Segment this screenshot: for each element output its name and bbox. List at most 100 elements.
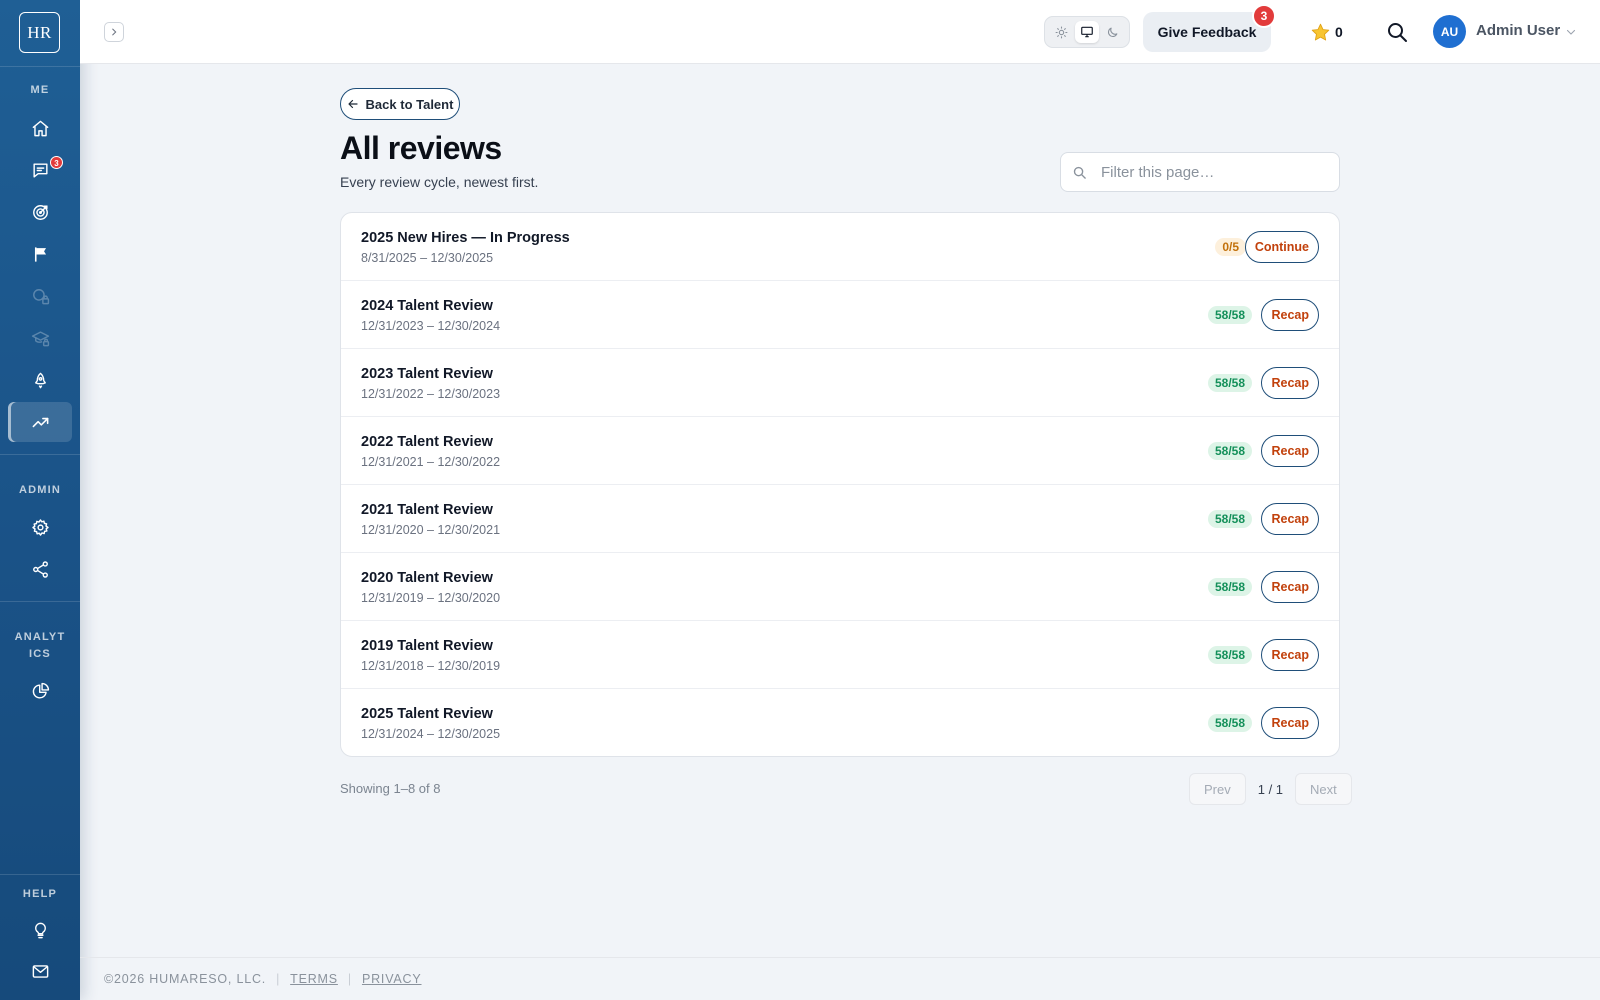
review-title: 2022 Talent Review [361, 434, 493, 450]
continue-button[interactable]: Continue [1244, 231, 1319, 263]
review-row: 2021 Talent Review 12/31/2020 – 12/30/20… [341, 485, 1339, 553]
stars-counter[interactable]: 0 [1310, 20, 1343, 44]
review-progress-badge: 58/58 [1207, 306, 1252, 324]
chat-icon [32, 162, 48, 178]
review-dates: 8/31/2025 – 12/30/2025 [361, 251, 494, 265]
review-dates: 12/31/2021 – 12/30/2022 [361, 455, 501, 469]
sidebar-section-me: ME [30, 84, 50, 96]
review-progress-badge: 58/58 [1207, 510, 1252, 528]
review-dates: 12/31/2023 – 12/30/2024 [361, 319, 501, 333]
sidebar-divider [0, 601, 80, 602]
sidebar-item-analytics[interactable] [8, 671, 72, 711]
sidebar-item-talent[interactable] [8, 402, 72, 442]
sidebar-divider [0, 66, 80, 67]
review-row: 2020 Talent Review 12/31/2019 – 12/30/20… [341, 553, 1339, 621]
theme-light-button[interactable] [1050, 21, 1074, 43]
terms-link[interactable]: TERMS [290, 972, 338, 986]
sidebar-item-locked-search [8, 276, 72, 316]
review-row: 2024 Talent Review 12/31/2023 – 12/30/20… [341, 281, 1339, 349]
filter-input[interactable] [1101, 153, 1331, 191]
next-page-button[interactable]: Next [1295, 773, 1352, 805]
review-title: 2019 Talent Review [361, 638, 493, 654]
recap-button[interactable]: Recap [1261, 299, 1319, 331]
review-row: 2023 Talent Review 12/31/2022 – 12/30/20… [341, 349, 1339, 417]
search-icon [1388, 23, 1407, 42]
app-logo[interactable]: HR [19, 12, 60, 53]
sidebar-expand-button[interactable] [104, 22, 124, 42]
theme-toggle [1044, 16, 1130, 48]
sidebar-section-analytics: ANALYT ICS [14, 631, 66, 660]
sidebar-item-locked-learning [8, 318, 72, 358]
home-icon [32, 120, 48, 136]
page-subtitle: Every review cycle, newest first. [340, 174, 539, 190]
back-label: Back to Talent [365, 96, 454, 112]
recap-button[interactable]: Recap [1261, 639, 1319, 671]
prev-page-button[interactable]: Prev [1189, 773, 1246, 805]
sidebar-item-launch[interactable] [8, 360, 72, 400]
mail-icon [32, 964, 48, 978]
back-to-talent-button[interactable]: Back to Talent [340, 88, 460, 120]
results-count: Showing 1–8 of 8 [340, 781, 441, 796]
chevron-right-icon [112, 28, 117, 36]
review-title: 2025 Talent Review [361, 706, 493, 722]
star-icon [1311, 23, 1330, 40]
review-progress-badge: 58/58 [1207, 714, 1252, 732]
privacy-link[interactable]: PRIVACY [362, 972, 422, 986]
user-avatar[interactable]: AU [1433, 15, 1466, 48]
global-search-button[interactable] [1385, 20, 1409, 44]
review-title: 2023 Talent Review [361, 366, 493, 382]
sidebar-item-home[interactable] [8, 108, 72, 148]
review-list: 2025 New Hires — In Progress 8/31/2025 –… [340, 212, 1340, 757]
sidebar-item-contact[interactable] [8, 951, 72, 991]
sidebar-section-admin: ADMIN [18, 484, 62, 496]
review-progress-badge: 0/5 [1215, 238, 1246, 256]
page-title: All reviews [340, 130, 502, 166]
sidebar-item-integrations[interactable] [8, 549, 72, 589]
review-dates: 12/31/2019 – 12/30/2020 [361, 591, 501, 605]
sidebar-notification-badge: 3 [50, 156, 63, 169]
flag-icon [34, 246, 46, 262]
review-progress-badge: 58/58 [1207, 646, 1252, 664]
monitor-icon [1081, 26, 1093, 38]
recap-button[interactable]: Recap [1261, 435, 1319, 467]
footer-separator: | [347, 972, 352, 986]
recap-button[interactable]: Recap [1261, 503, 1319, 535]
rocket-icon [34, 372, 46, 388]
recap-button[interactable]: Recap [1261, 367, 1319, 399]
review-title: 2025 New Hires — In Progress [361, 230, 570, 246]
trend-up-icon [32, 417, 48, 427]
share-icon [32, 560, 48, 578]
target-icon [32, 204, 48, 220]
review-dates: 12/31/2020 – 12/30/2021 [361, 523, 501, 537]
sidebar-item-goals[interactable] [8, 192, 72, 232]
filter-field [1060, 152, 1340, 192]
logo-text: HR [27, 22, 52, 42]
sidebar-divider [0, 454, 80, 455]
review-row: 2019 Talent Review 12/31/2018 – 12/30/20… [341, 621, 1339, 689]
review-progress-badge: 58/58 [1207, 374, 1252, 392]
theme-system-button[interactable] [1074, 21, 1099, 43]
search-icon [1073, 166, 1086, 179]
review-title: 2020 Talent Review [361, 570, 493, 586]
sidebar-section-help: HELP [22, 888, 58, 900]
top-bar: Give Feedback 3 0 AU Admin User [80, 0, 1600, 64]
chevron-down-icon[interactable] [1565, 26, 1577, 38]
footer-separator: | [276, 972, 281, 986]
review-row: 2025 New Hires — In Progress 8/31/2025 –… [341, 213, 1339, 281]
sidebar-item-tips[interactable] [8, 910, 72, 950]
recap-button[interactable]: Recap [1261, 571, 1319, 603]
gear-icon [31, 518, 49, 536]
review-title: 2021 Talent Review [361, 502, 493, 518]
locked-graduation-icon [31, 330, 49, 346]
recap-button[interactable]: Recap [1261, 707, 1319, 739]
user-name[interactable]: Admin User [1476, 22, 1560, 39]
theme-dark-button[interactable] [1100, 21, 1124, 43]
sidebar-item-milestones[interactable] [8, 234, 72, 274]
sun-icon [1055, 26, 1068, 38]
review-title: 2024 Talent Review [361, 298, 493, 314]
sidebar-item-settings[interactable] [8, 507, 72, 547]
locked-search-icon [32, 288, 49, 304]
sidebar-item-feedback[interactable]: 3 [8, 150, 72, 190]
review-dates: 12/31/2018 – 12/30/2019 [361, 659, 501, 673]
review-dates: 12/31/2022 – 12/30/2023 [361, 387, 501, 401]
